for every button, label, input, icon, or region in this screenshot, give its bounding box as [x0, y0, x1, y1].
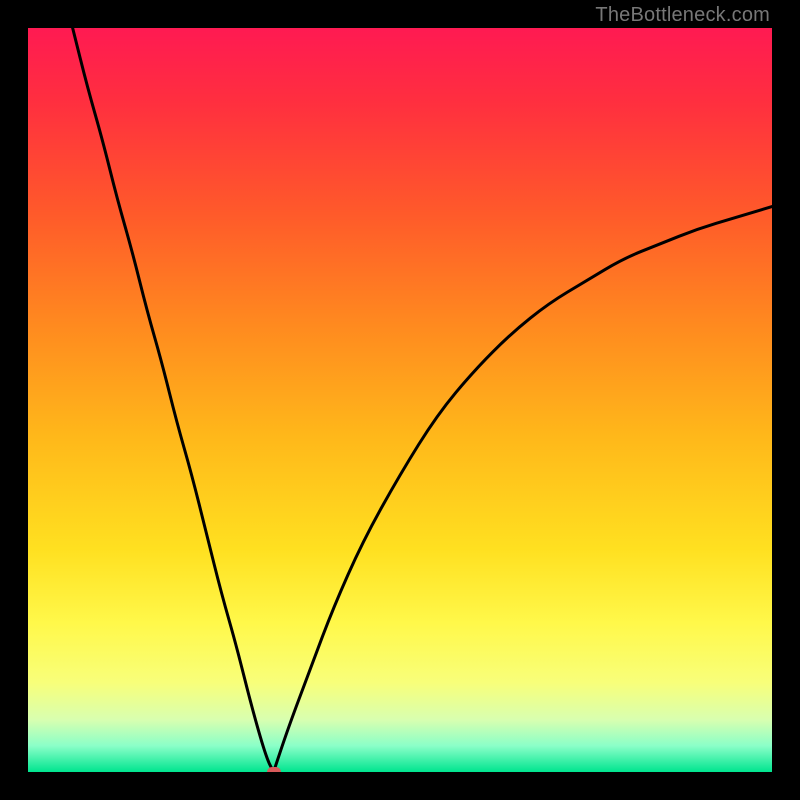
plot-area [28, 28, 772, 772]
optimal-point-marker [267, 767, 281, 772]
watermark-text: TheBottleneck.com [595, 4, 770, 27]
chart-frame: TheBottleneck.com [0, 0, 800, 800]
bottleneck-curve [28, 28, 772, 772]
